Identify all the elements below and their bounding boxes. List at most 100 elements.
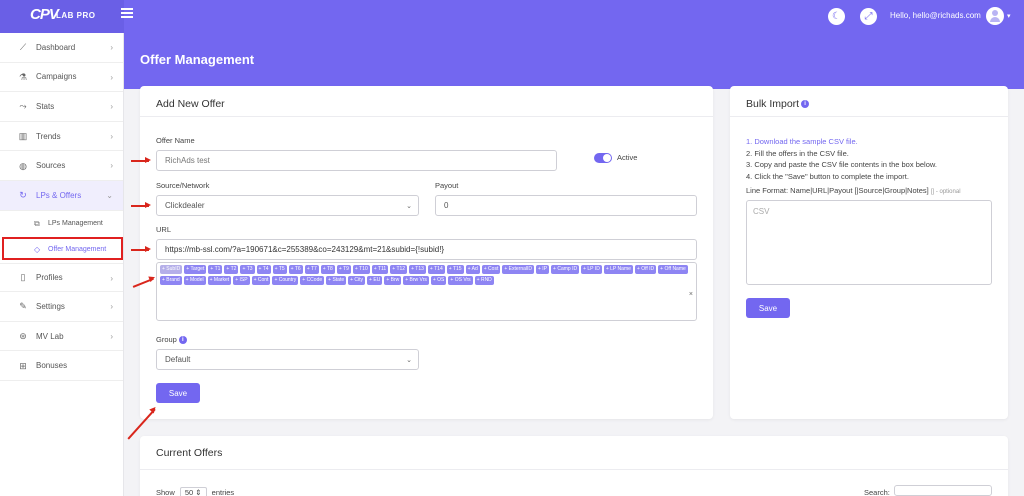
macro-token[interactable]: + T14 bbox=[427, 265, 445, 274]
macro-token[interactable]: + Country bbox=[272, 276, 299, 285]
active-label: Active bbox=[617, 153, 638, 162]
macro-token[interactable]: + IP bbox=[536, 265, 550, 274]
offer-name-input[interactable]: RichAds test bbox=[156, 150, 557, 171]
bulk-save-button[interactable]: Save bbox=[746, 298, 790, 318]
macro-token[interactable]: + T5 bbox=[272, 265, 287, 274]
top-bar: CPV LAB PRO ☾ ⤢ Hello, hello@richads.com… bbox=[0, 0, 1024, 33]
group-select[interactable]: Default ⌄ bbox=[156, 349, 419, 370]
macro-token[interactable]: + State bbox=[326, 276, 347, 285]
dark-mode-icon[interactable]: ☾ bbox=[828, 8, 845, 25]
avatar[interactable] bbox=[986, 7, 1004, 25]
save-button[interactable]: Save bbox=[156, 383, 200, 403]
sidebar-item-mv-lab[interactable]: ⊛ MV Lab › bbox=[0, 322, 123, 352]
entries-value: 50 bbox=[184, 488, 194, 496]
sidebar-subitem-lps-management[interactable]: ⧉ LPs Management bbox=[0, 211, 123, 237]
macro-token[interactable]: + RND bbox=[474, 276, 494, 285]
macro-token[interactable]: + OS bbox=[430, 276, 447, 285]
url-label: URL bbox=[156, 225, 172, 234]
sidebar-item-bonuses[interactable]: ⊞ Bonuses bbox=[0, 351, 123, 381]
chevron-down-icon[interactable]: ▾ bbox=[1007, 12, 1011, 20]
group-label: Group i bbox=[156, 335, 187, 345]
user-greeting[interactable]: Hello, hello@richads.com bbox=[890, 11, 981, 20]
macro-token[interactable]: + T1 bbox=[208, 265, 223, 274]
logo-subtitle: LAB PRO bbox=[56, 11, 96, 20]
macro-token[interactable]: + T4 bbox=[256, 265, 271, 274]
macro-token[interactable]: + ISP bbox=[233, 276, 250, 285]
sidebar-item-lps-offers[interactable]: ↻ LPs & Offers ⌄ bbox=[0, 180, 123, 211]
fullscreen-icon[interactable]: ⤢ bbox=[860, 8, 877, 25]
sidebar-item-dashboard[interactable]: ⟋ Dashboard › bbox=[0, 33, 123, 63]
globe-icon: ◍ bbox=[19, 160, 27, 171]
macro-token[interactable]: + T3 bbox=[240, 265, 255, 274]
macro-token[interactable]: + T15 bbox=[446, 265, 464, 274]
sidebar-item-label: MV Lab bbox=[36, 331, 64, 341]
macro-token[interactable]: + Model bbox=[183, 276, 206, 285]
macro-token[interactable]: + Market bbox=[207, 276, 232, 285]
offer-name-label: Offer Name bbox=[156, 136, 195, 145]
info-icon[interactable]: i bbox=[801, 100, 810, 109]
macro-token[interactable]: + T9 bbox=[336, 265, 351, 274]
logo[interactable]: CPV bbox=[30, 6, 59, 23]
macro-token[interactable]: + Camp ID bbox=[551, 265, 580, 274]
show-label: Show bbox=[156, 488, 175, 496]
macro-token[interactable]: + T8 bbox=[320, 265, 335, 274]
info-icon[interactable]: i bbox=[178, 336, 187, 345]
macro-token[interactable]: + EU bbox=[367, 276, 383, 285]
macro-token[interactable]: + T12 bbox=[390, 265, 408, 274]
macro-token[interactable]: + Off ID bbox=[634, 265, 657, 274]
csv-placeholder: CSV bbox=[753, 207, 770, 216]
macro-token[interactable]: + CCode bbox=[300, 276, 325, 285]
sidebar-item-label: Dashboard bbox=[36, 42, 76, 52]
macro-token[interactable]: + Brand bbox=[160, 276, 182, 285]
sidebar-item-sources[interactable]: ◍ Sources › bbox=[0, 151, 123, 181]
sidebar-item-label: Campaigns bbox=[36, 72, 77, 82]
sidebar-item-settings[interactable]: ✎ Settings › bbox=[0, 292, 123, 322]
macro-token[interactable]: + City bbox=[348, 276, 366, 285]
macro-token[interactable]: + Brw bbox=[384, 276, 402, 285]
macro-tokens-panel: + SubID + Target + T1 + T2 + T3 + T4 + T5 + T6 +… bbox=[156, 262, 697, 321]
macro-token[interactable]: + Off Name bbox=[658, 265, 688, 274]
sidebar-item-profiles[interactable]: ▯ Profiles › bbox=[0, 262, 123, 293]
macro-token[interactable]: + OS Vrs bbox=[448, 276, 473, 285]
url-input[interactable]: https://mb-ssl.com/?a=190671&c=255389&co… bbox=[156, 239, 697, 260]
file-icon: ▯ bbox=[20, 272, 26, 283]
macro-token[interactable]: + T6 bbox=[288, 265, 303, 274]
macro-token[interactable]: + T2 bbox=[224, 265, 239, 274]
sidebar-item-label: Trends bbox=[36, 131, 61, 141]
source-label: Source/Network bbox=[156, 181, 210, 190]
csv-textarea[interactable]: CSV bbox=[746, 200, 992, 285]
macro-token[interactable]: + Target bbox=[184, 265, 207, 274]
chevron-right-icon: › bbox=[110, 331, 113, 341]
menu-toggle-icon[interactable] bbox=[121, 8, 133, 20]
macro-token[interactable]: + T10 bbox=[352, 265, 370, 274]
macro-token[interactable]: + SubID bbox=[160, 265, 183, 274]
chevron-right-icon: › bbox=[110, 102, 113, 112]
macro-token[interactable]: + LP ID bbox=[581, 265, 602, 274]
step-4: 4. Click the "Save" button to complete t… bbox=[746, 171, 909, 181]
sidebar-item-stats[interactable]: ⤳ Stats › bbox=[0, 92, 123, 122]
url-value: https://mb-ssl.com/?a=190671&c=255389&co… bbox=[165, 245, 445, 254]
chevron-right-icon: › bbox=[110, 43, 113, 52]
active-toggle[interactable] bbox=[594, 153, 612, 163]
chevron-right-icon: › bbox=[110, 302, 113, 312]
close-icon[interactable]: × bbox=[689, 291, 693, 298]
macro-token[interactable]: + Cont bbox=[251, 276, 271, 285]
macro-token[interactable]: + LP Name bbox=[603, 265, 633, 274]
macro-token[interactable]: + T11 bbox=[371, 265, 389, 274]
payout-input[interactable]: 0 bbox=[435, 195, 697, 216]
source-select[interactable]: Clickdealer ⌄ bbox=[156, 195, 419, 216]
step-2: 2. Fill the offers in the CSV file. bbox=[746, 148, 849, 158]
search-input[interactable] bbox=[894, 485, 992, 496]
entries-select[interactable]: 50 ⇕ bbox=[179, 487, 207, 496]
macro-token[interactable]: + T13 bbox=[409, 265, 426, 274]
macro-token[interactable]: + T7 bbox=[304, 265, 319, 274]
chevron-down-icon: ⌄ bbox=[106, 190, 113, 200]
sidebar-item-campaigns[interactable]: ⚗ Campaigns › bbox=[0, 63, 123, 93]
macro-token[interactable]: + ExternalID bbox=[502, 265, 534, 274]
download-sample-link[interactable]: 1. Download the sample CSV file. bbox=[746, 136, 937, 148]
macro-token[interactable]: + Cost bbox=[481, 265, 501, 274]
macro-token[interactable]: + Ad bbox=[465, 265, 480, 274]
source-value: Clickdealer bbox=[165, 201, 205, 210]
macro-token[interactable]: + Brw Vrs bbox=[403, 276, 429, 285]
sidebar-item-trends[interactable]: ▥ Trends › bbox=[0, 122, 123, 152]
